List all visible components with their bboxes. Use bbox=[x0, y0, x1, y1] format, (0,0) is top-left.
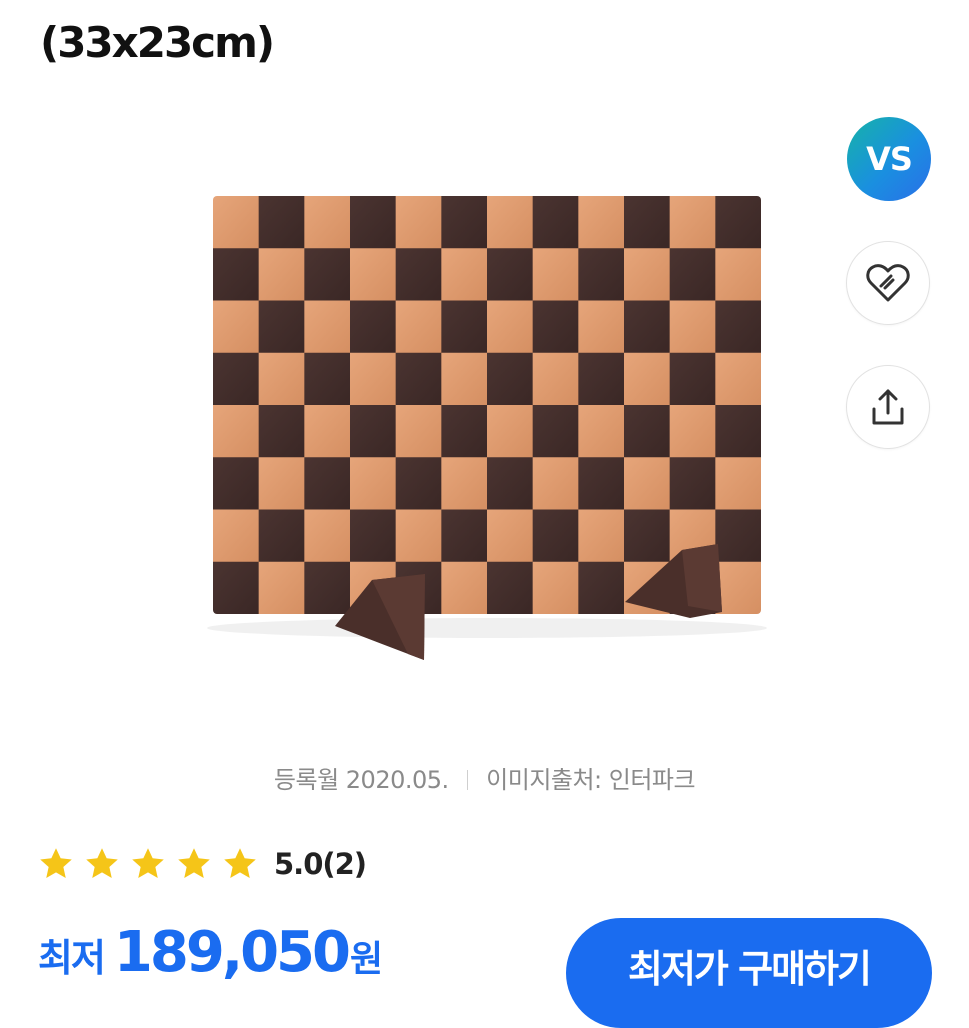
star-icon bbox=[132, 848, 164, 878]
share-icon bbox=[872, 389, 904, 425]
price-value: 189,050 bbox=[113, 920, 351, 985]
star-icon bbox=[224, 848, 256, 878]
price-unit: 원 bbox=[349, 939, 384, 980]
star-icon bbox=[86, 848, 118, 878]
star-icon bbox=[178, 848, 210, 878]
rating-score: 5.0 bbox=[274, 847, 323, 881]
price-label: 최저 bbox=[38, 936, 106, 980]
vs-compare-button[interactable]: VS bbox=[847, 117, 931, 201]
image-source: 이미지출처: 인터파크 bbox=[486, 766, 696, 794]
buy-lowest-price-button[interactable]: 최저가 구매하기 bbox=[566, 918, 932, 1028]
registered-date: 등록월 2020.05. bbox=[273, 766, 449, 794]
product-title: (33x23cm) bbox=[40, 18, 275, 67]
rating-stars bbox=[38, 846, 268, 882]
heart-link-icon bbox=[866, 264, 910, 302]
product-image bbox=[207, 196, 767, 660]
wishlist-button[interactable] bbox=[846, 241, 930, 325]
product-meta: 등록월 2020.05. 이미지출처: 인터파크 bbox=[0, 760, 969, 795]
review-count[interactable]: (2) bbox=[322, 847, 367, 881]
meta-divider bbox=[466, 770, 469, 790]
rating[interactable]: 5.0 (2) bbox=[38, 846, 367, 882]
lowest-price: 최저 189,050 원 bbox=[38, 920, 383, 985]
star-icon bbox=[40, 848, 72, 878]
share-button[interactable] bbox=[846, 365, 930, 449]
